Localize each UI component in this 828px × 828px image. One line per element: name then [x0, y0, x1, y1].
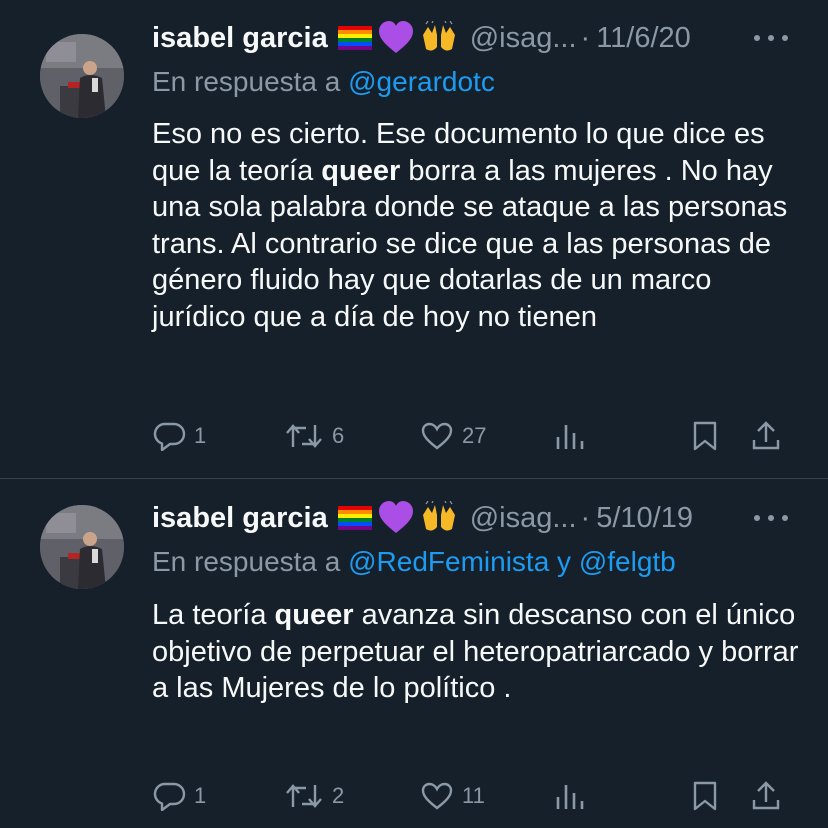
share-icon: [752, 781, 780, 810]
tweet-text-part: La teoría: [152, 599, 275, 631]
purple-heart-icon: [378, 501, 413, 533]
like-button[interactable]: 27: [420, 416, 486, 456]
reply-context: En respuesta a @RedFeminista y @felgtb: [152, 546, 676, 578]
tweet[interactable]: isabel garcia @isag... · 5/10/19 En resp…: [0, 0, 828, 811]
bookmark-button[interactable]: [690, 776, 720, 816]
reply-icon: [153, 422, 186, 451]
action-bar: 1 2 11: [0, 776, 828, 816]
like-count: 11: [462, 783, 485, 808]
tweet-date[interactable]: 5/10/19: [596, 502, 693, 535]
bookmark-icon: [693, 781, 717, 811]
reply-mention[interactable]: @RedFeminista y @felgtb: [348, 546, 676, 577]
author-name[interactable]: isabel garcia: [152, 502, 328, 535]
share-button[interactable]: [750, 416, 782, 456]
retweet-icon: [286, 424, 322, 448]
tweet-divider: [0, 478, 828, 479]
like-button[interactable]: 11: [420, 776, 485, 816]
tweet-text-bold: queer: [274, 599, 354, 631]
raising-hands-icon: [422, 501, 455, 531]
views-icon: [556, 785, 584, 809]
like-icon: [421, 782, 453, 810]
retweet-icon: [286, 784, 322, 808]
views-button[interactable]: [554, 416, 586, 456]
like-icon: [421, 422, 453, 450]
retweet-button[interactable]: 2: [284, 776, 344, 816]
reply-button[interactable]: 1: [152, 416, 206, 456]
retweet-button[interactable]: 6: [284, 416, 344, 456]
separator-dot: ·: [580, 501, 591, 534]
share-button[interactable]: [750, 776, 782, 816]
rainbow-flag-icon: [337, 506, 372, 530]
views-icon: [556, 425, 584, 449]
tweet-text: La teoría queer avanza sin descanso con …: [152, 597, 802, 707]
reply-button[interactable]: 1: [152, 776, 206, 816]
reply-count: 1: [194, 423, 207, 448]
views-button[interactable]: [554, 776, 586, 816]
retweet-count: 6: [332, 423, 345, 448]
name-emojis: [337, 501, 458, 535]
reply-icon: [153, 782, 186, 811]
avatar[interactable]: [40, 505, 124, 589]
reply-count: 1: [194, 783, 207, 808]
bookmark-button[interactable]: [690, 416, 720, 456]
more-options-icon[interactable]: [754, 513, 788, 523]
retweet-count: 2: [332, 783, 345, 808]
like-count: 27: [462, 423, 487, 448]
tweet-header: isabel garcia @isag... · 5/10/19: [152, 498, 693, 538]
bookmark-icon: [693, 421, 717, 451]
share-icon: [752, 421, 780, 450]
action-bar: 1 6 27: [0, 416, 828, 456]
reply-prefix: En respuesta a: [152, 546, 341, 577]
author-handle[interactable]: @isag...: [470, 502, 577, 535]
